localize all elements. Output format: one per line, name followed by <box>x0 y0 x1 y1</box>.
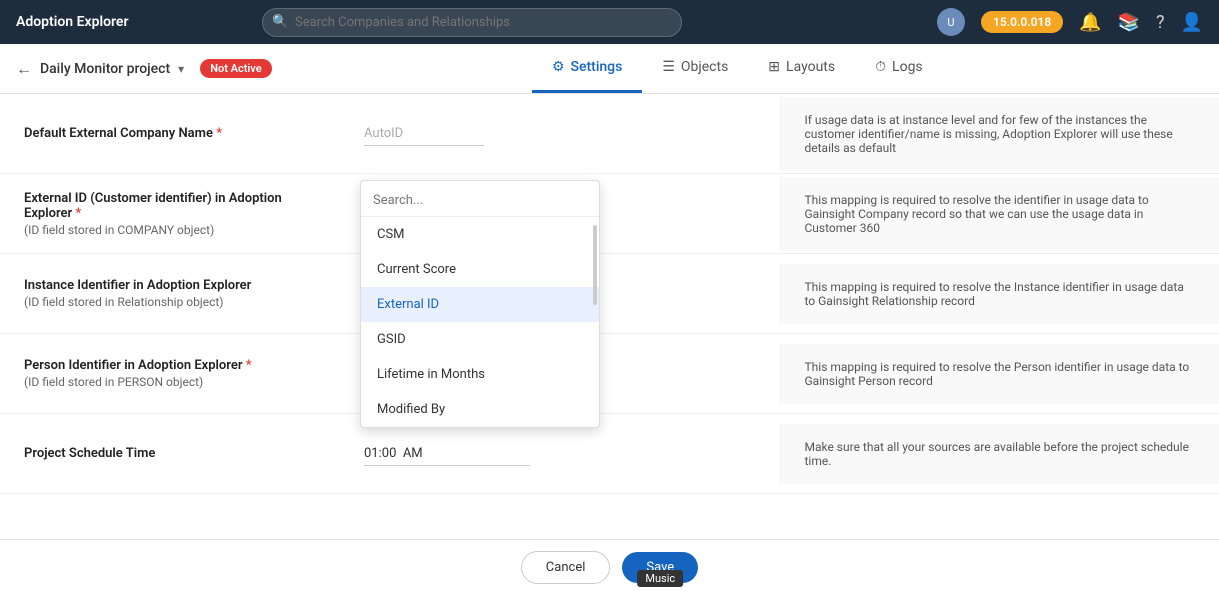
project-dropdown-icon[interactable]: ▾ <box>178 62 184 76</box>
profile-icon[interactable]: 👤 <box>1181 12 1203 33</box>
save-button-container: Save Music <box>622 552 698 583</box>
main-content: Default External Company Name * AutoID I… <box>0 94 1219 539</box>
label-cell-person-identifier: Person Identifier in Adoption Explorer *… <box>0 342 340 405</box>
settings-row-external-id: External ID (Customer identifier) in Ado… <box>0 174 1219 254</box>
tab-layouts-label: Layouts <box>786 59 835 75</box>
tab-objects[interactable]: ☰ Objects <box>642 44 748 93</box>
sublabel-external-id: (ID field stored in COMPANY object) <box>24 223 316 237</box>
label-schedule-time: Project Schedule Time <box>24 446 316 461</box>
dropdown-search-container[interactable] <box>361 181 599 217</box>
settings-row-default-company-name: Default External Company Name * AutoID I… <box>0 94 1219 174</box>
dropdown-item-current-score[interactable]: Current Score <box>361 252 599 287</box>
label-cell-schedule-time: Project Schedule Time <box>0 430 340 477</box>
input-cell-schedule-time[interactable] <box>340 426 780 482</box>
settings-icon: ⚙ <box>552 59 565 75</box>
help-default-company-name: If usage data is at instance level and f… <box>780 97 1219 171</box>
objects-icon: ☰ <box>662 59 675 75</box>
settings-row-schedule-time: Project Schedule Time Make sure that all… <box>0 414 1219 494</box>
sub-header-left: ← Daily Monitor project ▾ Not Active <box>16 59 272 79</box>
dropdown-item-csm[interactable]: CSM <box>361 217 599 252</box>
settings-row-person-identifier: Person Identifier in Adoption Explorer *… <box>0 334 1219 414</box>
label-external-id: External ID (Customer identifier) in Ado… <box>24 191 316 221</box>
back-button[interactable]: ← <box>16 59 32 79</box>
tab-logs[interactable]: ⏱ Logs <box>855 44 943 93</box>
field-dropdown: CSM Current Score External ID GSID Lifet… <box>360 180 600 428</box>
header-right: U 15.0.0.018 🔔 📚 ? 👤 <box>937 8 1203 36</box>
label-person-identifier: Person Identifier in Adoption Explorer * <box>24 358 316 373</box>
bell-icon[interactable]: 🔔 <box>1079 12 1101 33</box>
label-instance-identifier: Instance Identifier in Adoption Explorer <box>24 278 316 293</box>
footer-actions: Cancel Save Music <box>0 539 1219 595</box>
sublabel-instance-identifier: (ID field stored in Relationship object) <box>24 295 316 309</box>
dropdown-search-input[interactable] <box>373 193 587 208</box>
dropdown-item-gsid[interactable]: GSID <box>361 322 599 357</box>
cancel-button[interactable]: Cancel <box>521 551 611 584</box>
dropdown-item-external-id[interactable]: External ID <box>361 287 599 322</box>
tab-settings[interactable]: ⚙ Settings <box>532 44 642 93</box>
logs-icon: ⏱ <box>875 59 886 75</box>
dropdown-scrollbar[interactable] <box>593 225 597 305</box>
dropdown-item-lifetime-in-months[interactable]: Lifetime in Months <box>361 357 599 392</box>
app-header: Adoption Explorer 🔍 U 15.0.0.018 🔔 📚 ? 👤 <box>0 0 1219 44</box>
help-instance-identifier: This mapping is required to resolve the … <box>780 264 1219 324</box>
help-external-id: This mapping is required to resolve the … <box>780 177 1219 251</box>
layouts-icon: ⊞ <box>768 59 780 75</box>
dropdown-item-modified-by[interactable]: Modified By <box>361 392 599 427</box>
help-icon[interactable]: ? <box>1156 12 1165 33</box>
tab-layouts[interactable]: ⊞ Layouts <box>748 44 855 93</box>
sub-header: ← Daily Monitor project ▾ Not Active ⚙ S… <box>0 44 1219 94</box>
nav-tabs: ⚙ Settings ☰ Objects ⊞ Layouts ⏱ Logs <box>532 44 943 93</box>
sublabel-person-identifier: (ID field stored in PERSON object) <box>24 375 316 389</box>
settings-row-instance-identifier: Instance Identifier in Adoption Explorer… <box>0 254 1219 334</box>
music-tooltip: Music <box>637 570 683 587</box>
help-schedule-time: Make sure that all your sources are avai… <box>780 424 1219 484</box>
tab-logs-label: Logs <box>892 59 923 75</box>
project-name: Daily Monitor project <box>40 61 170 77</box>
required-marker: * <box>216 126 222 141</box>
global-search[interactable]: 🔍 <box>262 8 682 37</box>
user-avatar[interactable]: U <box>937 8 965 36</box>
input-cell-default-company-name[interactable]: AutoID <box>340 106 780 162</box>
input-default-company-name: AutoID <box>364 126 484 146</box>
settings-panel: Default External Company Name * AutoID I… <box>0 94 1219 539</box>
tab-objects-label: Objects <box>681 59 728 75</box>
required-marker-person: * <box>246 358 252 373</box>
schedule-time-input[interactable] <box>364 446 530 466</box>
tab-settings-label: Settings <box>571 59 623 75</box>
library-icon[interactable]: 📚 <box>1118 12 1140 33</box>
version-badge: 15.0.0.018 <box>981 11 1063 33</box>
search-icon: 🔍 <box>272 15 288 30</box>
required-marker-external-id: * <box>75 206 81 221</box>
app-logo: Adoption Explorer <box>16 14 128 30</box>
label-cell-default-company-name: Default External Company Name * <box>0 110 340 157</box>
label-cell-instance-identifier: Instance Identifier in Adoption Explorer… <box>0 262 340 325</box>
label-default-company-name: Default External Company Name * <box>24 126 316 141</box>
status-badge: Not Active <box>200 59 271 78</box>
help-person-identifier: This mapping is required to resolve the … <box>780 344 1219 404</box>
label-cell-external-id: External ID (Customer identifier) in Ado… <box>0 175 340 253</box>
search-input[interactable] <box>262 8 682 37</box>
